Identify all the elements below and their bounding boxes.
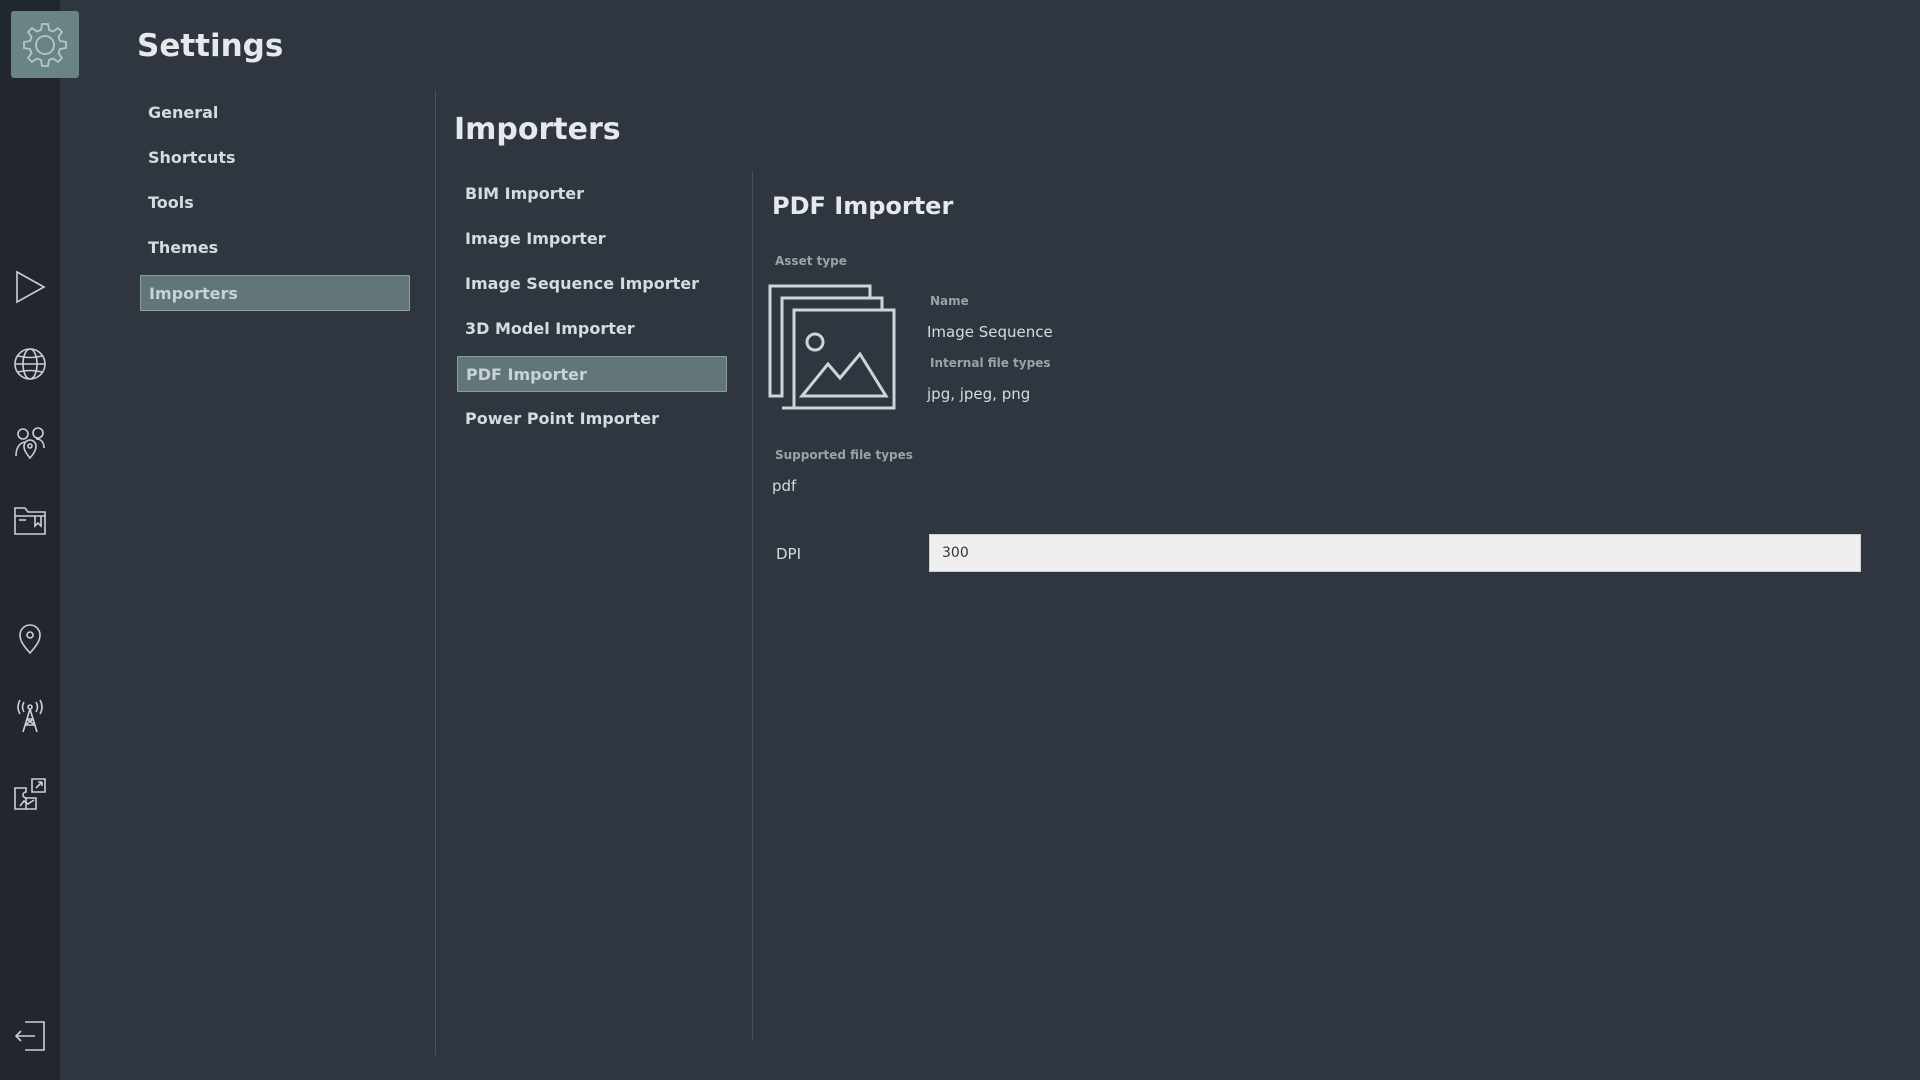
puzzle-icon — [14, 778, 46, 810]
importer-item-bim[interactable]: BIM Importer — [457, 176, 727, 212]
location-pin-icon — [19, 624, 41, 655]
settings-menu-general[interactable]: General — [140, 95, 410, 131]
name-value: Image Sequence — [927, 323, 1053, 341]
importer-item-pdf[interactable]: PDF Importer — [457, 356, 727, 392]
importer-item-image[interactable]: Image Importer — [457, 221, 727, 257]
play-icon — [16, 270, 46, 304]
importer-item-image-sequence[interactable]: Image Sequence Importer — [457, 266, 727, 302]
internal-file-types-label: Internal file types — [930, 356, 1051, 370]
page-title: Settings — [137, 28, 284, 64]
supported-file-types-label: Supported file types — [775, 448, 913, 462]
dpi-label: DPI — [776, 545, 802, 563]
settings-menu-shortcuts[interactable]: Shortcuts — [140, 140, 410, 176]
divider — [435, 90, 436, 1055]
settings-menu-importers[interactable]: Importers — [140, 275, 410, 311]
image-stack-icon — [768, 284, 896, 410]
settings-logo[interactable] — [11, 11, 79, 78]
globe-button[interactable] — [10, 344, 50, 384]
people-location-icon — [15, 427, 45, 460]
dpi-input[interactable] — [929, 534, 1861, 572]
divider — [752, 172, 753, 1040]
logout-icon — [14, 1021, 45, 1051]
antenna-button[interactable] — [10, 696, 50, 736]
internal-file-types-value: jpg, jpeg, png — [927, 385, 1031, 403]
supported-file-types-value: pdf — [772, 477, 797, 495]
gear-icon — [23, 22, 67, 67]
folder-button[interactable] — [10, 500, 50, 540]
play-button[interactable] — [10, 267, 50, 307]
importer-item-power-point[interactable]: Power Point Importer — [457, 401, 727, 437]
importer-item-3d-model[interactable]: 3D Model Importer — [457, 311, 727, 347]
importers-menu: BIM Importer Image Importer Image Sequen… — [457, 176, 727, 446]
asset-type-image — [768, 284, 896, 412]
detail-title: PDF Importer — [772, 192, 954, 220]
settings-menu: General Shortcuts Tools Themes Importers — [140, 95, 410, 320]
folder-icon — [14, 507, 46, 535]
section-title: Importers — [454, 112, 621, 147]
people-location-button[interactable] — [10, 422, 50, 462]
logout-button[interactable] — [10, 1016, 50, 1056]
settings-menu-themes[interactable]: Themes — [140, 230, 410, 266]
settings-menu-tools[interactable]: Tools — [140, 185, 410, 221]
name-label: Name — [930, 294, 969, 308]
globe-icon — [14, 348, 46, 380]
location-button[interactable] — [10, 618, 50, 658]
icon-rail — [0, 0, 79, 1080]
antenna-icon — [17, 699, 43, 733]
asset-type-label: Asset type — [775, 254, 847, 268]
plugins-button[interactable] — [10, 774, 50, 814]
